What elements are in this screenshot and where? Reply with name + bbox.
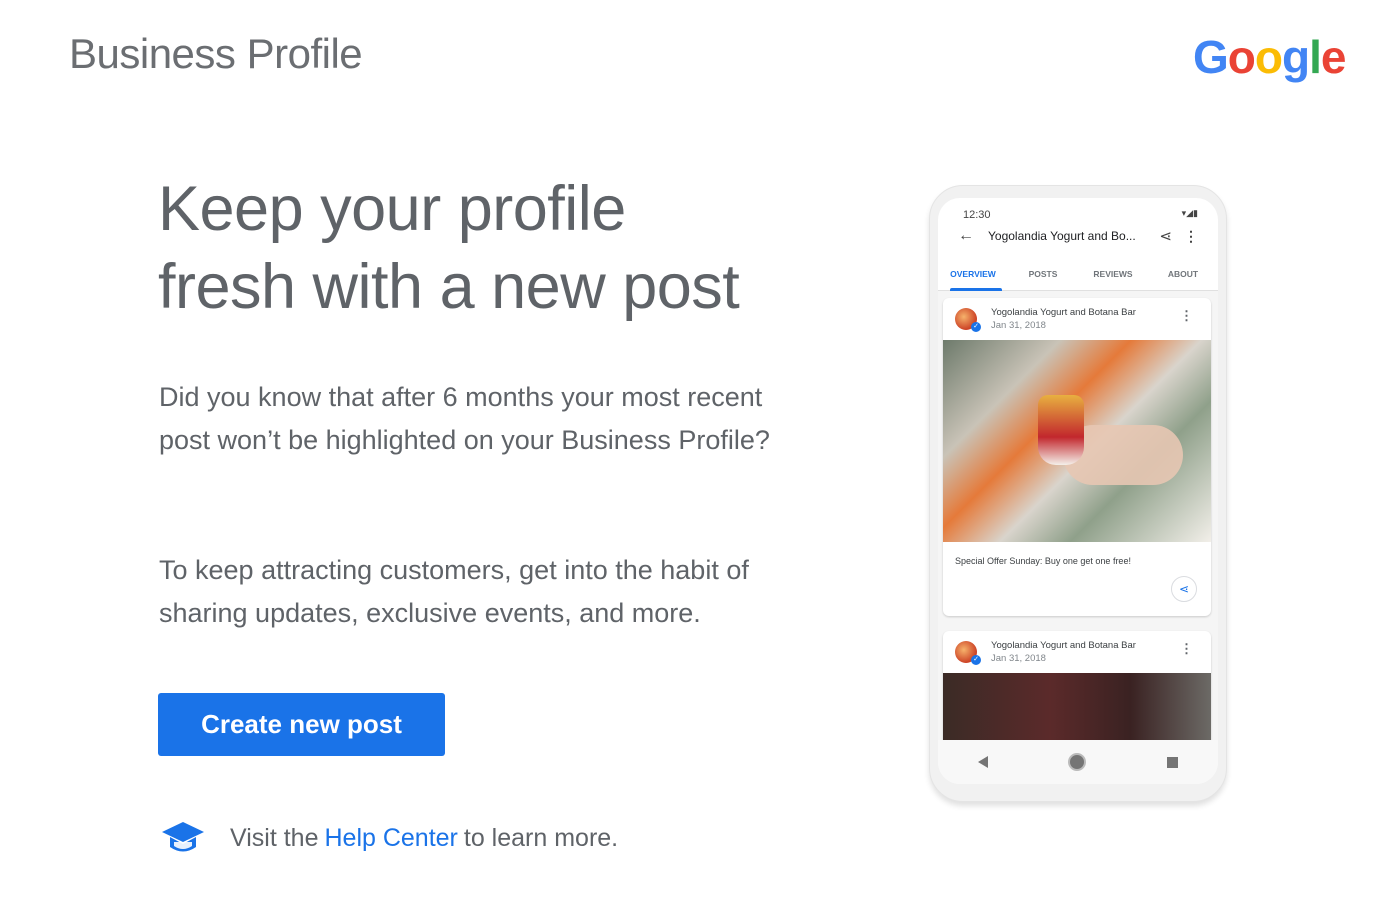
google-logo: Google xyxy=(1193,30,1347,84)
verified-check-icon: ✓ xyxy=(971,655,981,665)
phone-mockup: 12:30 ▾◢▮ ← Yogolandia Yogurt and Bo... … xyxy=(929,185,1227,802)
post-business-name: Yogolandia Yogurt and Botana Bar xyxy=(991,640,1136,651)
tab-about: ABOUT xyxy=(1167,269,1199,279)
info-paragraph-1: Did you know that after 6 months your mo… xyxy=(159,382,770,455)
google-logo-letter: o xyxy=(1254,31,1283,83)
help-suffix: to learn more. xyxy=(463,823,619,852)
post-business-name: Yogolandia Yogurt and Botana Bar xyxy=(991,307,1136,318)
share-icon: ⋖ xyxy=(1159,228,1172,245)
tab-posts: POSTS xyxy=(1028,269,1058,279)
help-prefix: Visit the xyxy=(230,823,319,852)
android-nav-bar xyxy=(938,740,1218,784)
google-logo-letter: o xyxy=(1227,31,1256,83)
post-date: Jan 31, 2018 xyxy=(991,653,1046,664)
headline-line-1: Keep your profile xyxy=(158,174,626,244)
nav-recents-icon xyxy=(1166,756,1178,768)
help-center-link[interactable]: Help Center xyxy=(324,824,457,853)
more-vert-icon: ⋮ xyxy=(1180,308,1193,323)
back-arrow-icon: ← xyxy=(958,227,974,244)
nav-home-icon xyxy=(1068,753,1087,771)
tab-reviews: REVIEWS xyxy=(1093,269,1133,279)
post-card: ✓ Yogolandia Yogurt and Botana Bar Jan 3… xyxy=(943,631,1211,751)
post-image-dessert xyxy=(943,673,1211,743)
more-vert-icon: ⋮ xyxy=(1184,227,1198,244)
app-bar: ← Yogolandia Yogurt and Bo... ⋖ ⋮ xyxy=(938,224,1218,248)
page-headline: Keep your profile fresh with a new post xyxy=(158,170,740,326)
post-caption: Special Offer Sunday: Buy one get one fr… xyxy=(955,556,1131,566)
graduation-cap-icon xyxy=(162,822,204,852)
help-center-row: Visit the Help Center to learn more. xyxy=(160,820,618,856)
phone-tabs: OVERVIEW POSTS REVIEWS ABOUT xyxy=(938,260,1218,291)
post-image-frozen-yogurt xyxy=(943,340,1211,542)
brand-title: Business Profile xyxy=(69,30,363,77)
post-feed: ✓ Yogolandia Yogurt and Botana Bar Jan 3… xyxy=(938,291,1218,751)
post-date: Jan 31, 2018 xyxy=(991,320,1046,331)
post-card: ✓ Yogolandia Yogurt and Botana Bar Jan 3… xyxy=(943,298,1211,616)
nav-back-icon xyxy=(978,756,989,768)
google-logo-letter: G xyxy=(1193,31,1229,83)
create-new-post-button[interactable]: Create new post xyxy=(158,693,445,756)
tab-overview: OVERVIEW xyxy=(938,260,1008,291)
google-logo-letter: g xyxy=(1282,31,1310,83)
more-vert-icon: ⋮ xyxy=(1180,641,1193,656)
headline-line-2: fresh with a new post xyxy=(158,252,740,322)
phone-screen: 12:30 ▾◢▮ ← Yogolandia Yogurt and Bo... … xyxy=(938,198,1218,784)
share-icon: ⋖ xyxy=(1171,576,1197,602)
app-title: Yogolandia Yogurt and Bo... xyxy=(988,229,1136,243)
google-logo-letter: e xyxy=(1320,31,1347,83)
verified-check-icon: ✓ xyxy=(971,322,981,332)
status-icons: ▾◢▮ xyxy=(1181,208,1198,218)
google-logo-letter: l xyxy=(1309,31,1322,83)
info-paragraph-2: To keep attracting customers, get into t… xyxy=(159,555,749,628)
status-time: 12:30 xyxy=(963,209,991,221)
